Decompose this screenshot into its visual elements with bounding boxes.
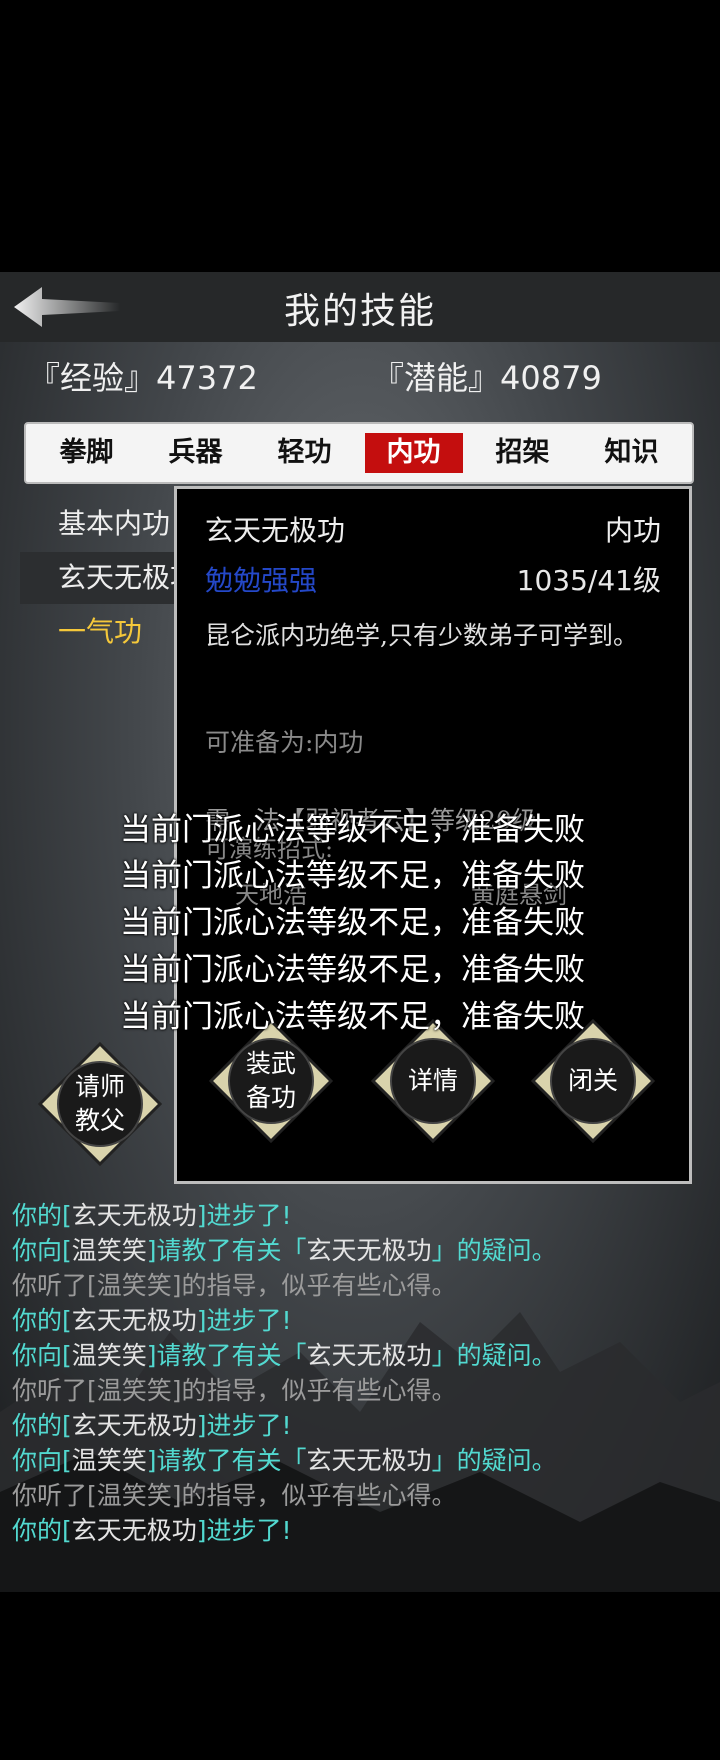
skill-level: 1035/41级 (516, 564, 661, 597)
tab-zhishi[interactable]: 知识 (583, 433, 681, 473)
toast-message: 当前门派心法等级不足，准备失败 (120, 999, 585, 1035)
tab-zhaojia[interactable]: 招架 (474, 433, 572, 473)
toast-message: 当前门派心法等级不足，准备失败 (120, 812, 585, 848)
seclusion-button[interactable]: 闭关 (529, 1017, 657, 1145)
toast-message: 当前门派心法等级不足，准备失败 (120, 905, 585, 941)
ask-master-button[interactable]: 请师 教父 (36, 1040, 164, 1168)
potential-stat: 『潜能』40879 (372, 359, 602, 397)
seclusion-label: 闭关 (567, 1066, 618, 1095)
tab-neigong[interactable]: 内功 (364, 433, 463, 473)
skill-type: 内功 (604, 514, 661, 547)
log-line: 你的[玄天无极功]进步了! (12, 1201, 292, 1230)
log-line: 你听了[温笑笑]的指导，似乎有些心得。 (12, 1271, 457, 1300)
log-line: 你听了[温笑笑]的指导，似乎有些心得。 (12, 1376, 457, 1405)
log-line: 你的[玄天无极功]进步了! (12, 1516, 292, 1545)
page-title: 我的技能 (283, 291, 436, 332)
tab-quanjiao[interactable]: 拳脚 (38, 433, 136, 473)
equip-skill-button[interactable]: 装武 备功 (207, 1017, 335, 1145)
toast-message: 当前门派心法等级不足，准备失败 (120, 952, 585, 988)
detail-label: 详情 (407, 1066, 458, 1095)
tab-qinggong[interactable]: 轻功 (256, 433, 354, 473)
log-line: 你的[玄天无极功]进步了! (12, 1411, 292, 1440)
skill-rank: 勉勉强强 (205, 564, 318, 597)
log-line: 你的[玄天无极功]进步了! (12, 1306, 292, 1335)
log-line: 你向[温笑笑]请教了有关「玄天无极功」的疑问。 (12, 1341, 557, 1370)
log-line: 你听了[温笑笑]的指导，似乎有些心得。 (12, 1481, 457, 1510)
log-line: 你向[温笑笑]请教了有关「玄天无极功」的疑问。 (12, 1236, 557, 1265)
skill-name: 玄天无极功 (205, 514, 346, 547)
skill-prep-type: 可准备为:内功 (205, 728, 364, 757)
detail-button[interactable]: 详情 (369, 1017, 497, 1145)
equip-skill-label: 装武 备功 (245, 1049, 296, 1112)
skill-description: 昆仑派内功绝学,只有少数弟子可学到。 (205, 621, 638, 650)
tab-bingqi[interactable]: 兵器 (147, 433, 245, 473)
toast-message: 当前门派心法等级不足，准备失败 (120, 858, 585, 894)
log-line: 你向[温笑笑]请教了有关「玄天无极功」的疑问。 (12, 1446, 557, 1475)
ask-master-label: 请师 教父 (74, 1072, 125, 1135)
skill-tab-bar: 拳脚 兵器 轻功 内功 招架 知识 (24, 422, 694, 484)
exp-stat: 『经验』47372 (28, 359, 258, 397)
